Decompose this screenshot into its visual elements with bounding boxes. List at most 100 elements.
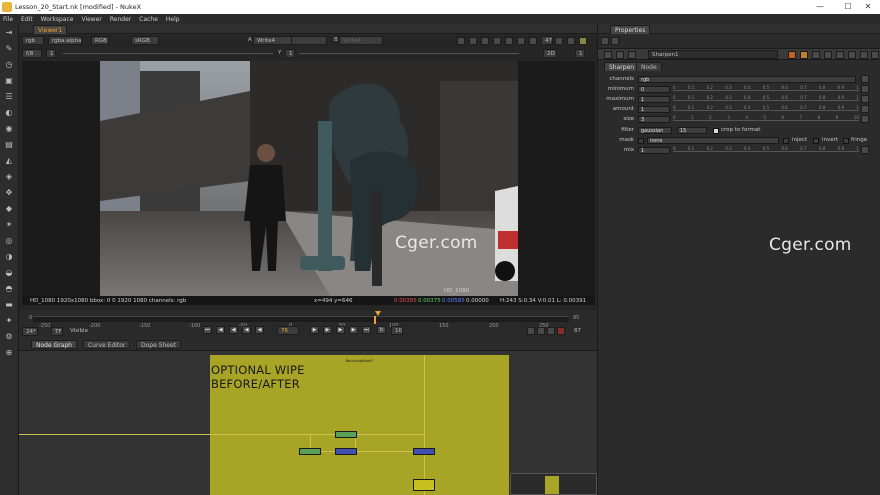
gain-slider[interactable]: [63, 53, 273, 54]
wipe-icon[interactable]: [505, 37, 513, 45]
keyer-icon[interactable]: ◭: [3, 156, 15, 166]
transform-icon[interactable]: ✥: [3, 188, 15, 198]
mix-anim-icon[interactable]: [861, 146, 869, 154]
goto-end-button[interactable]: ⏭: [362, 326, 371, 334]
particles-icon[interactable]: ✶: [3, 220, 15, 230]
size-slider[interactable]: [673, 118, 859, 121]
view-opt-icon[interactable]: [567, 37, 575, 45]
channel-opt-icon[interactable]: [555, 37, 563, 45]
fringe-checkbox[interactable]: [843, 138, 849, 144]
clip-icon[interactable]: [469, 37, 477, 45]
fstop-field[interactable]: f/8: [22, 49, 42, 58]
forward-one-button[interactable]: ▶: [323, 326, 332, 334]
amount-anim-icon[interactable]: [861, 105, 869, 113]
gamma-slider[interactable]: [299, 53, 519, 54]
properties-lock-icon[interactable]: [611, 37, 619, 45]
other-icon[interactable]: ▬: [3, 300, 15, 310]
record-icon[interactable]: [557, 327, 565, 335]
center-icon[interactable]: [628, 51, 636, 59]
hide-icon[interactable]: [616, 51, 624, 59]
gizmo-icon[interactable]: ⚙: [3, 332, 15, 342]
float-icon[interactable]: [860, 51, 868, 59]
gpu-icon[interactable]: [547, 327, 555, 335]
inject-checkbox[interactable]: [783, 138, 789, 144]
node-blur[interactable]: [413, 448, 435, 455]
menu-edit[interactable]: Edit: [21, 16, 33, 23]
toolsets-icon[interactable]: ◓: [3, 284, 15, 294]
filter-size-field[interactable]: 15: [677, 127, 707, 134]
tab-sharpen[interactable]: Sharpen: [604, 62, 640, 71]
menu-render[interactable]: Render: [110, 16, 131, 23]
step-forward-button[interactable]: ▶: [336, 326, 345, 334]
close-node-icon[interactable]: [871, 51, 879, 59]
maximum-anim-icon[interactable]: [861, 95, 869, 103]
menu-file[interactable]: File: [3, 16, 13, 23]
pause-icon[interactable]: [529, 37, 537, 45]
tab-viewer1[interactable]: Viewer1: [33, 25, 68, 34]
node-sharpen[interactable]: [335, 448, 357, 455]
roi-icon[interactable]: [457, 37, 465, 45]
tab-dope-sheet[interactable]: Dope Sheet: [136, 340, 182, 349]
filter-icon[interactable]: ▤: [3, 140, 15, 150]
channel-icon[interactable]: ◐: [3, 108, 15, 118]
maximum-field[interactable]: 1: [638, 96, 670, 103]
display-dropdown[interactable]: RGB: [91, 36, 109, 45]
gl-color-icon[interactable]: [800, 51, 808, 59]
channels-dropdown[interactable]: rgb: [638, 76, 856, 83]
image-icon[interactable]: ▣: [3, 76, 15, 86]
node-name-field[interactable]: Sharpen1: [648, 50, 778, 59]
gamma-field[interactable]: 1: [285, 49, 295, 58]
menu-viewer[interactable]: Viewer: [81, 16, 101, 23]
collapse-icon[interactable]: [604, 51, 612, 59]
proxy-field[interactable]: 1: [575, 49, 585, 58]
fps-field[interactable]: 24*: [22, 327, 38, 336]
minimum-slider[interactable]: [673, 88, 859, 91]
range-dropdown[interactable]: Visible: [67, 327, 91, 336]
goto-start-button[interactable]: ⏮: [203, 326, 212, 334]
color-icon[interactable]: ◉: [3, 124, 15, 134]
menu-workspace[interactable]: Workspace: [41, 16, 74, 23]
frame-number-field[interactable]: 47: [541, 36, 553, 45]
minimum-field[interactable]: 0: [638, 86, 670, 93]
play-button[interactable]: ▶: [310, 326, 319, 334]
lock-icon[interactable]: [579, 37, 587, 45]
tab-node[interactable]: Node: [636, 62, 662, 71]
viewer-canvas[interactable]: Cger.com HD_1080: [22, 61, 595, 296]
tab-curve-editor[interactable]: Curve Editor: [83, 340, 131, 349]
loop-button[interactable]: ↻: [377, 326, 386, 334]
gain-field[interactable]: 1: [46, 49, 56, 58]
invert-checkbox[interactable]: [813, 138, 819, 144]
timeline-playhead[interactable]: [374, 316, 376, 324]
node-graph-minimap[interactable]: [510, 473, 597, 495]
expand-icon[interactable]: ⇥: [3, 28, 15, 38]
node-color-icon[interactable]: [788, 51, 796, 59]
play-back-button[interactable]: ◀: [242, 326, 251, 334]
colorspace-dropdown[interactable]: sRGB: [131, 36, 159, 45]
channels-dropdown[interactable]: rgb: [22, 36, 44, 45]
cache-icon[interactable]: [527, 327, 535, 335]
furnace-icon[interactable]: ✦: [3, 316, 15, 326]
views-icon[interactable]: ◑: [3, 252, 15, 262]
amount-slider[interactable]: [673, 108, 859, 111]
mix-field[interactable]: 1: [638, 147, 670, 154]
step-field[interactable]: 10: [391, 326, 403, 335]
tab-node-graph[interactable]: Node Graph: [31, 340, 77, 349]
node-merge[interactable]: [299, 448, 321, 455]
next-key-button[interactable]: ▶: [349, 326, 358, 334]
zoom-dropdown[interactable]: 2D: [543, 49, 557, 58]
deep-icon[interactable]: ◎: [3, 236, 15, 246]
mask-dropdown[interactable]: none: [647, 137, 779, 144]
end-frame-field[interactable]: 87: [571, 327, 585, 336]
crop-checkbox[interactable]: [713, 128, 719, 134]
zebra-icon[interactable]: [493, 37, 501, 45]
merge-icon[interactable]: ◈: [3, 172, 15, 182]
plugin-icon[interactable]: ⊕: [3, 348, 15, 358]
size-field[interactable]: 3: [638, 116, 670, 123]
tab-properties[interactable]: Properties: [610, 25, 651, 34]
menu-help[interactable]: Help: [166, 16, 180, 23]
3d-icon[interactable]: ◆: [3, 204, 15, 214]
menu-cache[interactable]: Cache: [139, 16, 158, 23]
metadata-icon[interactable]: ◒: [3, 268, 15, 278]
lut-icon[interactable]: [481, 37, 489, 45]
input-b-dropdown[interactable]: Write4: [339, 36, 383, 45]
